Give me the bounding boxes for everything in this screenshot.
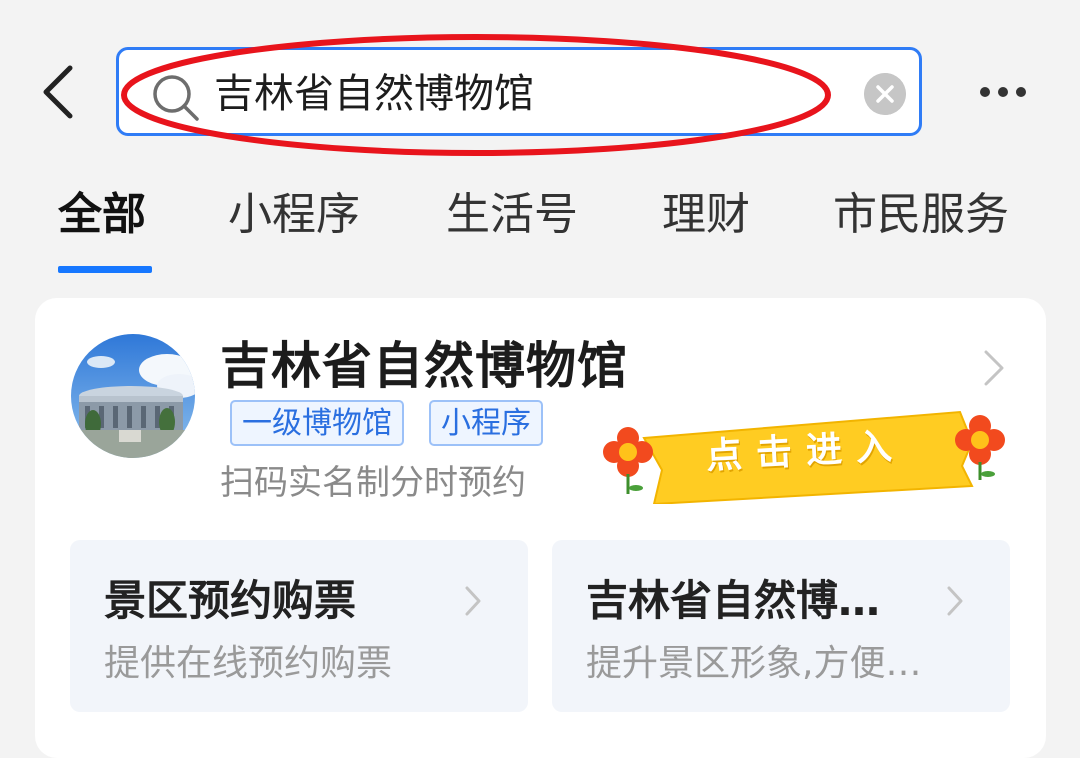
service-2-description: 提升景区形象,方便… — [586, 643, 922, 684]
result-description: 扫码实名制分时预约 — [220, 463, 526, 503]
tab-mini-program[interactable]: 小程序 — [228, 183, 360, 247]
more-dot — [998, 87, 1008, 97]
service-1-description: 提供在线预约购票 — [104, 643, 393, 684]
tag-mini-program: 小程序 — [429, 400, 543, 446]
search-input[interactable]: 吉林省自然博物馆 — [214, 64, 534, 124]
chevron-right-icon — [465, 586, 481, 616]
enter-label[interactable]: 点击进入 — [705, 419, 908, 485]
tab-life-account[interactable]: 生活号 — [446, 183, 578, 247]
service-2-title[interactable]: 吉林省自然博… — [586, 572, 880, 630]
chevron-right-icon — [984, 350, 1004, 386]
service-1-title[interactable]: 景区预约购票 — [104, 572, 356, 630]
museum-avatar — [71, 334, 195, 458]
more-dot — [980, 87, 990, 97]
clear-icon[interactable] — [864, 73, 906, 115]
chevron-right-icon — [947, 586, 963, 616]
result-title[interactable]: 吉林省自然博物馆 — [220, 334, 628, 398]
tab-finance[interactable]: 理财 — [662, 183, 750, 247]
tag-first-class-museum: 一级博物馆 — [230, 400, 404, 446]
more-icon[interactable] — [978, 74, 1028, 110]
back-chevron-left-icon[interactable] — [34, 60, 82, 124]
search-icon — [153, 75, 199, 121]
more-dot — [1016, 87, 1026, 97]
tab-all[interactable]: 全部 — [58, 183, 146, 247]
top-bar: 吉林省自然博物馆 — [0, 0, 1080, 170]
tab-citizen-services[interactable]: 市民服务 — [833, 183, 1009, 247]
active-tab-indicator — [58, 266, 152, 273]
